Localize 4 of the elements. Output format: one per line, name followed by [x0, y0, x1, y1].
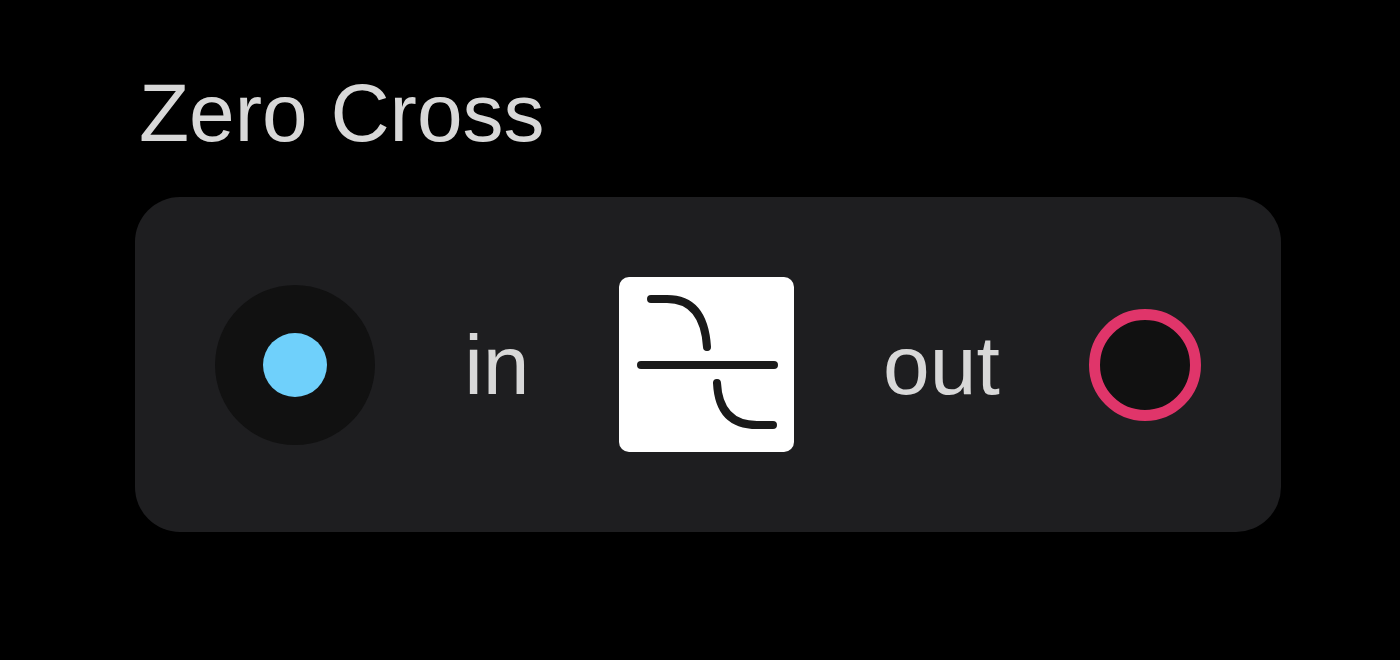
- port-label: in: [464, 322, 530, 407]
- port-label: out: [883, 322, 1000, 407]
- node-title: Zero Cross: [139, 72, 546, 160]
- zero-cross-icon: [618, 277, 794, 452]
